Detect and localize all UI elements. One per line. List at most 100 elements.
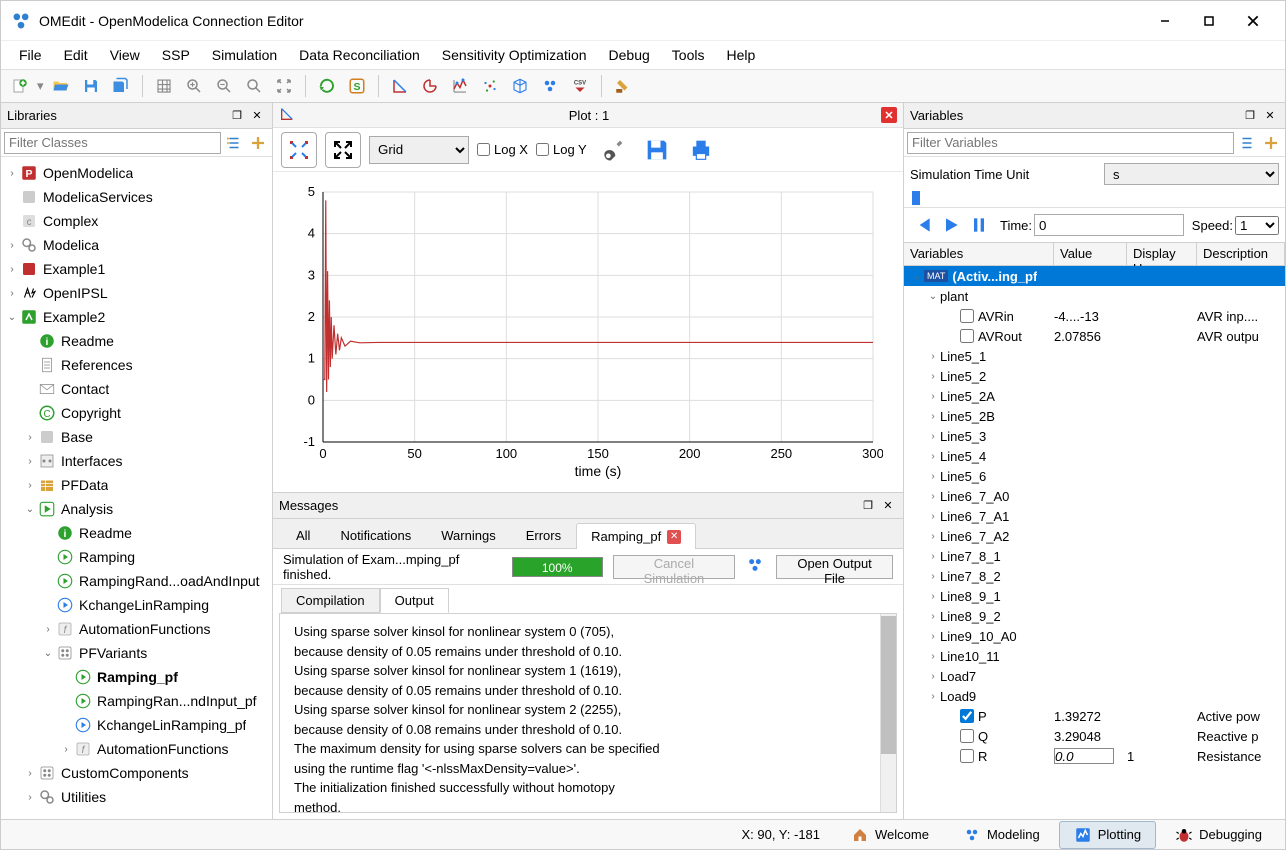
- 3d-button[interactable]: [507, 73, 533, 99]
- view-mode-select[interactable]: Grid: [369, 136, 469, 164]
- tree-item[interactable]: ›POpenModelica: [1, 161, 272, 185]
- var-item[interactable]: R1Resistance: [904, 746, 1285, 766]
- mode-welcome[interactable]: Welcome: [836, 821, 944, 849]
- tree-item[interactable]: Ramping: [1, 545, 272, 569]
- zoomout-button[interactable]: [211, 73, 237, 99]
- tree-item[interactable]: KchangeLinRamping_pf: [1, 713, 272, 737]
- mode-plotting[interactable]: Plotting: [1059, 821, 1156, 849]
- mode-modeling[interactable]: Modeling: [948, 821, 1055, 849]
- tree-item[interactable]: ›fAutomationFunctions: [1, 737, 272, 761]
- gear-icon[interactable]: [745, 555, 766, 578]
- tree-item[interactable]: ›CustomComponents: [1, 761, 272, 785]
- var-item[interactable]: ›Line6_7_A2: [904, 526, 1285, 546]
- tree-item[interactable]: ›OpenIPSL: [1, 281, 272, 305]
- msg-tab[interactable]: Errors: [511, 522, 576, 548]
- open-output-button[interactable]: Open Output File: [776, 555, 893, 579]
- tree-item[interactable]: iReadme: [1, 521, 272, 545]
- run-button[interactable]: [314, 73, 340, 99]
- play-button[interactable]: [938, 212, 964, 238]
- tree-item[interactable]: iReadme: [1, 329, 272, 353]
- plot2-button[interactable]: [417, 73, 443, 99]
- plot3-button[interactable]: [447, 73, 473, 99]
- logx-checkbox[interactable]: Log X: [477, 142, 528, 157]
- var-item[interactable]: ›Line6_7_A0: [904, 486, 1285, 506]
- var-item[interactable]: ›Load9: [904, 686, 1285, 706]
- tree-item[interactable]: KchangeLinRamping: [1, 593, 272, 617]
- undock-icon[interactable]: ❐: [1241, 107, 1259, 125]
- new-button[interactable]: [7, 73, 33, 99]
- autoscale-button[interactable]: [281, 132, 317, 168]
- libraries-tree[interactable]: ›POpenModelicaModelicaServicescComplex›M…: [1, 157, 272, 819]
- mode-debugging[interactable]: Debugging: [1160, 821, 1277, 849]
- var-item[interactable]: ›Line10_11: [904, 646, 1285, 666]
- tree-item[interactable]: ›Example1: [1, 257, 272, 281]
- menu-tools[interactable]: Tools: [662, 43, 715, 67]
- undock-icon[interactable]: ❐: [228, 107, 246, 125]
- menu-edit[interactable]: Edit: [54, 43, 98, 67]
- var-item[interactable]: ⌄MAT(Activ...ing_pf: [904, 266, 1285, 286]
- time-input[interactable]: [1034, 214, 1184, 236]
- var-item[interactable]: ›Line9_10_A0: [904, 626, 1285, 646]
- grid-button[interactable]: [151, 73, 177, 99]
- zoomfit-button[interactable]: [241, 73, 267, 99]
- print-button[interactable]: [683, 132, 719, 168]
- undock-icon[interactable]: ❐: [859, 497, 877, 515]
- tree-item[interactable]: ›Modelica: [1, 233, 272, 257]
- fitview-button[interactable]: [325, 132, 361, 168]
- tree-item[interactable]: ›fAutomationFunctions: [1, 617, 272, 641]
- pause-button[interactable]: [966, 212, 992, 238]
- close-panel-icon[interactable]: ✕: [1261, 107, 1279, 125]
- var-item[interactable]: ⌄plant: [904, 286, 1285, 306]
- tree-item[interactable]: ›Base: [1, 425, 272, 449]
- chart-area[interactable]: 050100150200250300-1012345time (s): [273, 172, 903, 492]
- tree-item[interactable]: cComplex: [1, 209, 272, 233]
- tree-item[interactable]: ModelicaServices: [1, 185, 272, 209]
- zoomin-button[interactable]: [181, 73, 207, 99]
- speed-select[interactable]: 1: [1235, 216, 1279, 235]
- menu-ssp[interactable]: SSP: [152, 43, 200, 67]
- menu-view[interactable]: View: [100, 43, 150, 67]
- tree-item[interactable]: RampingRand...oadAndInput: [1, 569, 272, 593]
- plot-button[interactable]: [387, 73, 413, 99]
- tree-item[interactable]: ⌄Analysis: [1, 497, 272, 521]
- collapse-all-icon[interactable]: [223, 132, 245, 154]
- clear-button[interactable]: [610, 73, 636, 99]
- menu-simulation[interactable]: Simulation: [202, 43, 287, 67]
- variables-tree[interactable]: ⌄MAT(Activ...ing_pf⌄plantAVRin-4....-13A…: [904, 266, 1285, 819]
- menu-debug[interactable]: Debug: [599, 43, 660, 67]
- var-item[interactable]: ›Line7_8_1: [904, 546, 1285, 566]
- msg-subtab[interactable]: Compilation: [281, 588, 380, 613]
- msg-tab[interactable]: All: [281, 522, 325, 548]
- filter-variables-input[interactable]: [907, 132, 1234, 154]
- var-item[interactable]: ›Line5_1: [904, 346, 1285, 366]
- collapse-all-icon[interactable]: [1236, 132, 1258, 154]
- maximize-button[interactable]: [1187, 6, 1231, 36]
- var-item[interactable]: ›Line7_8_2: [904, 566, 1285, 586]
- tree-item[interactable]: ›Interfaces: [1, 449, 272, 473]
- expand-all-icon[interactable]: [1260, 132, 1282, 154]
- settings-button[interactable]: [595, 132, 631, 168]
- csv-button[interactable]: CSV: [567, 73, 593, 99]
- tree-item[interactable]: Contact: [1, 377, 272, 401]
- menu-help[interactable]: Help: [716, 43, 765, 67]
- messages-close-icon[interactable]: ✕: [879, 497, 897, 515]
- animate-button[interactable]: [537, 73, 563, 99]
- var-item[interactable]: AVRin-4....-13AVR inp....: [904, 306, 1285, 326]
- expand-all-icon[interactable]: [247, 132, 269, 154]
- fit-button[interactable]: [271, 73, 297, 99]
- tree-item[interactable]: ›Utilities: [1, 785, 272, 809]
- open-button[interactable]: [48, 73, 74, 99]
- var-item[interactable]: Q3.29048Reactive p: [904, 726, 1285, 746]
- tree-item[interactable]: RampingRan...ndInput_pf: [1, 689, 272, 713]
- saveall-button[interactable]: [108, 73, 134, 99]
- tree-item[interactable]: References: [1, 353, 272, 377]
- save-button[interactable]: [78, 73, 104, 99]
- simulate-button[interactable]: S: [344, 73, 370, 99]
- filter-classes-input[interactable]: [4, 132, 221, 154]
- save-plot-button[interactable]: [639, 132, 675, 168]
- messages-output[interactable]: Using sparse solver kinsol for nonlinear…: [279, 613, 897, 813]
- msg-tab[interactable]: Notifications: [325, 522, 426, 548]
- var-item[interactable]: ›Line8_9_1: [904, 586, 1285, 606]
- msg-tab[interactable]: Warnings: [426, 522, 510, 548]
- var-item[interactable]: ›Line6_7_A1: [904, 506, 1285, 526]
